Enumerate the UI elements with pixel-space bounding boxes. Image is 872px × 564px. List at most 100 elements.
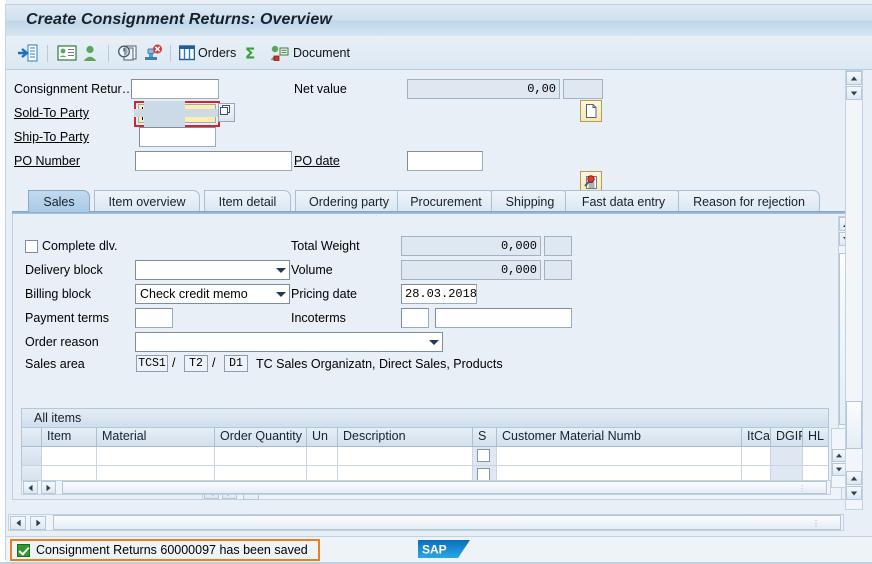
volume-display: 0,000 (401, 260, 541, 280)
sales-area-label: Sales area (25, 357, 85, 371)
table-row[interactable] (307, 447, 338, 466)
delivery-block-select[interactable] (135, 260, 290, 280)
create-blank-document-button[interactable] (580, 100, 602, 122)
tab-label: Sales (43, 194, 75, 209)
hscroll-left-button[interactable] (23, 481, 38, 494)
window-hscroll-left-button[interactable] (10, 516, 26, 530)
triangle-right-icon (35, 519, 41, 527)
table-row[interactable] (742, 447, 771, 466)
orders-button[interactable]: Orders (179, 41, 236, 65)
triangle-left-icon (28, 484, 33, 491)
order-reason-select[interactable] (135, 332, 443, 352)
window-scroll-down-button-bottom[interactable] (846, 486, 862, 500)
ship-to-party-input[interactable] (139, 127, 216, 147)
reject-document-button[interactable] (143, 41, 163, 65)
sales-area-description: TC Sales Organizatn, Direct Sales, Produ… (256, 357, 503, 371)
sales-area-separator: / (172, 356, 176, 370)
col-header-s[interactable]: S (473, 428, 497, 447)
incoterms-code-input[interactable] (401, 308, 429, 328)
document-button[interactable]: Document (270, 41, 350, 65)
window-hscroll-right-button[interactable] (30, 516, 46, 530)
tab-fast-data-entry[interactable]: Fast data entry (565, 190, 682, 212)
payment-terms-input[interactable] (135, 308, 173, 328)
back-enter-button[interactable] (18, 41, 38, 65)
tab-sales[interactable]: Sales (28, 190, 90, 212)
f4-value-help-button[interactable] (218, 103, 235, 122)
table-row[interactable] (215, 447, 307, 466)
sold-to-party-input[interactable] (138, 104, 216, 123)
col-header-order-quantity[interactable]: Order Quantity (215, 428, 307, 447)
sigma-icon: Σ (245, 45, 255, 61)
pricing-date-input[interactable]: 28.03.2018 (401, 284, 477, 304)
col-header-customer-material-numb[interactable]: Customer Material Numb (497, 428, 742, 447)
grid-table-icon (179, 45, 195, 61)
incoterms-text-input[interactable] (435, 308, 572, 328)
col-header-rowhdr[interactable] (22, 428, 42, 447)
grid-scroll-down-button[interactable] (832, 463, 846, 476)
success-check-icon (17, 543, 30, 557)
complete-dlv-checkbox[interactable] (25, 240, 38, 253)
window-hscrollbar-thumb[interactable]: ⋮ (53, 515, 841, 530)
tab-horizontal-scrollbar[interactable]: ⋮ (21, 480, 831, 495)
table-row[interactable] (97, 447, 215, 466)
col-header-itca[interactable]: ItCa (742, 428, 771, 447)
hscroll-right-button[interactable] (41, 481, 56, 494)
tab-strip: Sales Item overview Item detail Ordering… (12, 190, 858, 212)
ship-to-party-label: Ship-To Party (14, 130, 90, 144)
col-header-material[interactable]: Material (97, 428, 215, 447)
availability-check-button[interactable] (118, 41, 138, 65)
table-row[interactable] (803, 447, 828, 466)
window-scroll-up-button[interactable] (846, 71, 862, 85)
sum-button[interactable]: Σ (244, 41, 261, 65)
col-header-description[interactable]: Description (338, 428, 473, 447)
window-scroll-up-button-bottom[interactable] (846, 471, 862, 485)
incoterms-label: Incoterms (291, 311, 346, 325)
sap-logo-text: SAP (422, 543, 447, 557)
col-header-un[interactable]: Un (307, 428, 338, 447)
billing-block-select[interactable]: Check credit memo (135, 284, 290, 304)
window-horizontal-scrollbar[interactable]: ⋮ (8, 514, 844, 531)
po-number-input[interactable] (135, 151, 292, 171)
net-value-display: 0,00 (407, 79, 560, 99)
volume-label: Volume (291, 263, 333, 277)
stamp-reject-icon (145, 44, 162, 60)
col-header-item[interactable]: Item (42, 428, 97, 447)
table-row[interactable] (42, 447, 97, 466)
po-number-label: PO Number (14, 154, 80, 168)
tab-procurement[interactable]: Procurement (397, 190, 495, 212)
window-scroll-down-button[interactable] (846, 86, 862, 100)
po-date-input[interactable] (407, 151, 483, 171)
col-header-hl-itm[interactable]: HL Itm (803, 428, 828, 447)
toolbar-separator (47, 45, 48, 62)
triangle-up-icon (836, 453, 842, 458)
blank-document-icon (586, 104, 597, 118)
sales-org-field: TCS1 (136, 355, 168, 372)
table-row[interactable] (338, 447, 473, 466)
table-row[interactable] (497, 447, 742, 466)
window-vscrollbar-thumb[interactable] (846, 401, 862, 449)
billing-block-label: Billing block (25, 287, 92, 301)
hscrollbar-thumb[interactable]: ⋮ (62, 481, 827, 494)
division-field: D1 (224, 355, 248, 372)
row-select-checkbox[interactable] (477, 449, 490, 462)
sap-logo-icon: SAP (418, 540, 470, 558)
table-row-s-cell[interactable] (473, 447, 497, 466)
grid-scroll-up-button[interactable] (832, 449, 846, 462)
tab-label: Item overview (108, 194, 186, 209)
tab-label: Item detail (218, 194, 277, 209)
business-partner-button[interactable] (82, 41, 98, 65)
consignment-return-input[interactable] (131, 79, 219, 99)
table-row-selector[interactable] (22, 447, 42, 466)
tab-item-overview[interactable]: Item overview (94, 190, 200, 212)
col-header-dgip[interactable]: DGIP (771, 428, 803, 447)
tab-ordering-party[interactable]: Ordering party (295, 190, 403, 212)
window-vertical-scrollbar[interactable] (845, 70, 863, 510)
create-with-reference-button[interactable] (57, 41, 77, 65)
tab-item-detail[interactable]: Item detail (204, 190, 291, 212)
tab-shipping[interactable]: Shipping (491, 190, 569, 212)
card-list-icon (57, 45, 77, 61)
tab-reason-for-rejection[interactable]: Reason for rejection (678, 190, 820, 212)
all-items-title: All items (21, 408, 829, 428)
table-row[interactable] (771, 447, 803, 466)
thumb-grip-icon: ⋮ (798, 484, 807, 493)
